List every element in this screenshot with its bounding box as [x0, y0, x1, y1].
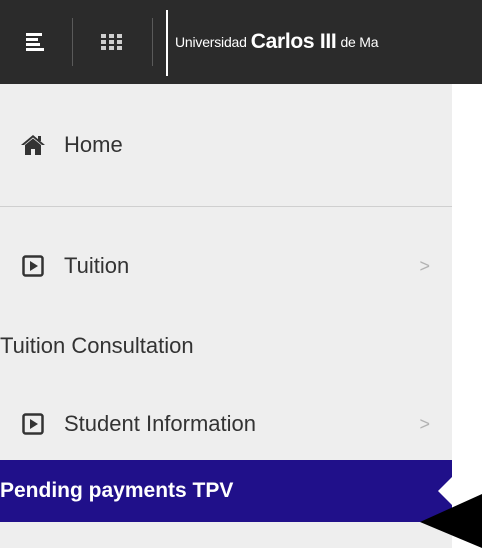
apps-grid-icon — [101, 34, 122, 50]
play-square-icon — [22, 413, 44, 435]
top-header-bar: Universidad Carlos III de Ma — [0, 0, 482, 84]
university-logo[interactable]: Universidad Carlos III de Ma — [175, 0, 482, 84]
hamburger-menu-icon — [26, 33, 44, 51]
logo-divider — [166, 10, 168, 76]
home-icon — [21, 135, 45, 155]
sidebar-item-label: Student Information — [64, 411, 257, 436]
header-separator — [152, 18, 153, 66]
menu-toggle-button[interactable] — [0, 0, 70, 84]
logo-name: Carlos III — [250, 30, 337, 53]
sidebar-item-label: Tuition — [64, 253, 130, 278]
arrow-pointer-icon — [420, 494, 482, 548]
sidebar-item-label: Tuition Consultation — [0, 333, 194, 358]
sidebar-item-tuition-consultation[interactable]: Tuition Consultation — [0, 316, 452, 376]
sidebar: Home Tuition > Tuition Consultation Stud… — [0, 84, 452, 548]
logo-suffix: de Ma — [340, 34, 379, 50]
sidebar-item-label: Home — [64, 132, 123, 157]
sidebar-item-home[interactable]: Home — [0, 84, 452, 206]
page: Universidad Carlos III de Ma Home Tuitio… — [0, 0, 482, 548]
sidebar-item-pending-payments-tpv[interactable]: Pending payments TPV — [0, 460, 452, 522]
chevron-right-icon: > — [419, 413, 430, 434]
logo-prefix: Universidad — [175, 34, 247, 50]
sidebar-item-student-information[interactable]: Student Information > — [0, 392, 452, 456]
play-square-icon — [22, 255, 44, 277]
chevron-right-icon: > — [419, 255, 430, 276]
sidebar-item-tuition[interactable]: Tuition > — [0, 234, 452, 298]
sidebar-item-label: Pending payments TPV — [0, 479, 234, 502]
header-separator — [72, 18, 73, 66]
apps-button[interactable] — [74, 0, 150, 84]
sidebar-divider — [0, 206, 452, 207]
